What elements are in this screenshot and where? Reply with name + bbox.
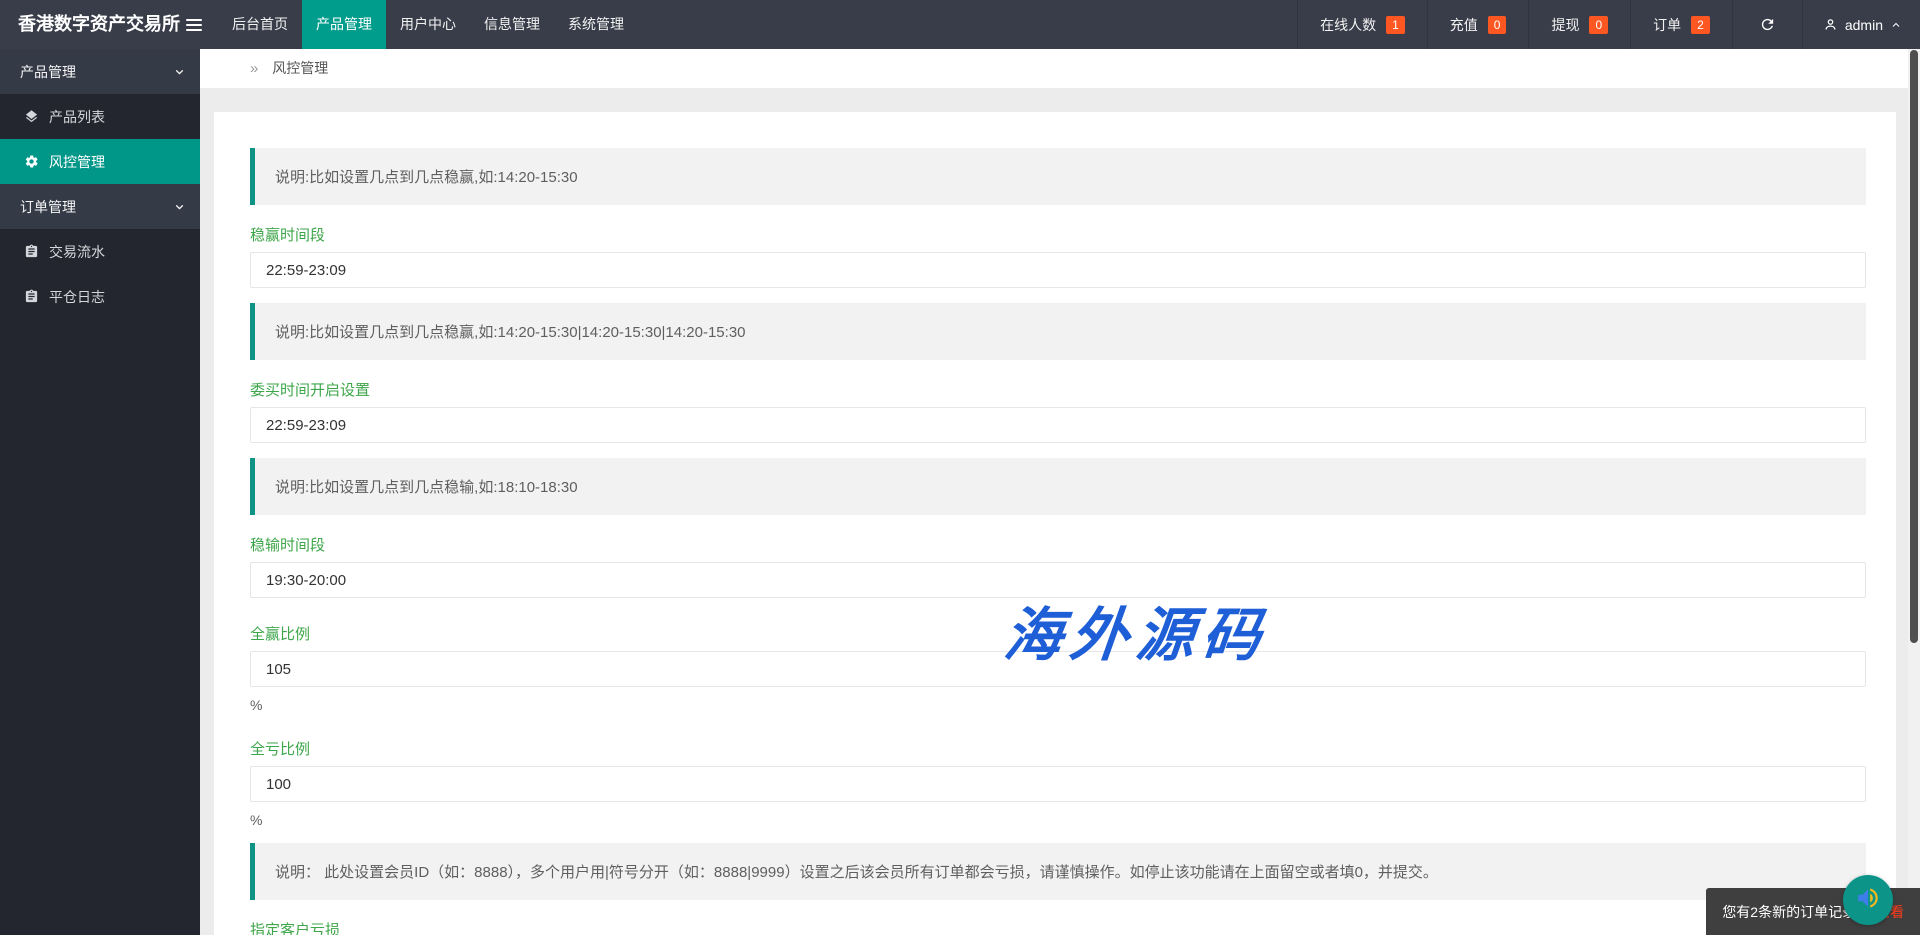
user-menu[interactable]: admin — [1802, 0, 1920, 49]
speaker-icon — [1855, 885, 1881, 916]
sidebar-group-product[interactable]: 产品管理 — [0, 49, 200, 94]
refresh-button[interactable] — [1732, 0, 1802, 49]
toast-text: 您有2条新的订单记录, — [1722, 902, 1860, 922]
tab-user-center[interactable]: 用户中心 — [386, 0, 470, 49]
orders-stat[interactable]: 订单 2 — [1630, 0, 1732, 49]
top-navbar: 香港数字资产交易所 后台首页 产品管理 用户中心 信息管理 系统管理 在线人数 … — [0, 0, 1920, 49]
sidebar-item-label: 风控管理 — [49, 152, 105, 172]
note-member-loss: 说明： 此处设置会员ID（如：8888），多个用户用|符号分开（如：8888|9… — [250, 843, 1866, 900]
note-lose-time: 说明:比如设置几点到几点稳输,如:18:10-18:30 — [250, 458, 1866, 515]
orders-label: 订单 — [1653, 15, 1681, 35]
lose-time-input[interactable] — [250, 562, 1866, 598]
online-users-label: 在线人数 — [1320, 15, 1376, 35]
chevron-up-icon — [1890, 19, 1902, 31]
sidebar-item-label: 产品列表 — [49, 107, 105, 127]
scrollbar-thumb[interactable] — [1910, 50, 1918, 643]
main-area: » 风控管理 说明:比如设置几点到几点稳赢,如:14:20-15:30 稳赢时间… — [200, 49, 1920, 935]
breadcrumb-arrow-icon: » — [250, 60, 258, 77]
page-title: 风控管理 — [272, 60, 328, 76]
breadcrumb: » 风控管理 — [200, 49, 1920, 88]
sidebar-item-label: 交易流水 — [49, 242, 105, 262]
withdraw-badge: 0 — [1589, 16, 1608, 34]
online-users-stat[interactable]: 在线人数 1 — [1297, 0, 1427, 49]
sidebar-item-close-log[interactable]: 平仓日志 — [0, 274, 200, 319]
layers-icon — [24, 109, 39, 124]
win-time-input[interactable] — [250, 252, 1866, 288]
percent-suffix: % — [250, 812, 1866, 828]
tab-system-management[interactable]: 系统管理 — [554, 0, 638, 49]
field-customer-loss: 指定客户亏损 — [250, 922, 1866, 935]
field-label: 全赢比例 — [250, 626, 1866, 644]
note-win-time: 说明:比如设置几点到几点稳赢,如:14:20-15:30 — [250, 148, 1866, 205]
buy-time-input[interactable] — [250, 407, 1866, 443]
tab-info-management[interactable]: 信息管理 — [470, 0, 554, 49]
percent-suffix: % — [250, 697, 1866, 713]
chevron-down-icon — [173, 65, 186, 78]
username: admin — [1845, 17, 1883, 33]
sidebar-item-trade-flow[interactable]: 交易流水 — [0, 229, 200, 274]
sidebar-group-label: 产品管理 — [20, 62, 76, 82]
field-buy-time: 委买时间开启设置 — [250, 382, 1866, 443]
sidebar-item-product-list[interactable]: 产品列表 — [0, 94, 200, 139]
note-buy-time: 说明:比如设置几点到几点稳赢,如:14:20-15:30|14:20-15:30… — [250, 303, 1866, 360]
orders-badge: 2 — [1691, 16, 1710, 34]
hamburger-icon — [186, 19, 202, 31]
field-label: 指定客户亏损 — [250, 922, 1866, 935]
sidebar-item-label: 平仓日志 — [49, 287, 105, 307]
field-label: 稳赢时间段 — [250, 227, 1866, 245]
field-win-ratio: 全赢比例 % — [250, 626, 1866, 713]
field-label: 稳输时间段 — [250, 537, 1866, 555]
tab-dashboard[interactable]: 后台首页 — [218, 0, 302, 49]
refresh-icon — [1759, 16, 1776, 33]
field-label: 委买时间开启设置 — [250, 382, 1866, 400]
admin-page: 香港数字资产交易所 后台首页 产品管理 用户中心 信息管理 系统管理 在线人数 … — [0, 0, 1920, 935]
deposit-label: 充值 — [1450, 15, 1478, 35]
top-status-area: 在线人数 1 充值 0 提现 0 订单 2 — [1297, 0, 1920, 49]
risk-control-form: 说明:比如设置几点到几点稳赢,如:14:20-15:30 稳赢时间段 说明:比如… — [214, 112, 1896, 935]
tab-product-management[interactable]: 产品管理 — [302, 0, 386, 49]
field-loss-ratio: 全亏比例 % — [250, 741, 1866, 828]
app-logo: 香港数字资产交易所 — [0, 0, 170, 49]
menu-collapse-button[interactable] — [170, 0, 218, 49]
content-area: 说明:比如设置几点到几点稳赢,如:14:20-15:30 稳赢时间段 说明:比如… — [200, 88, 1920, 935]
gear-icon — [24, 154, 39, 169]
sound-notification-button[interactable] — [1843, 875, 1893, 925]
log-icon — [24, 244, 39, 259]
online-users-badge: 1 — [1386, 16, 1405, 34]
sidebar-group-orders[interactable]: 订单管理 — [0, 184, 200, 229]
withdraw-stat[interactable]: 提现 0 — [1528, 0, 1630, 49]
user-icon — [1823, 17, 1838, 32]
chevron-down-icon — [173, 200, 186, 213]
field-label: 全亏比例 — [250, 741, 1866, 759]
deposit-badge: 0 — [1488, 16, 1507, 34]
top-menu: 后台首页 产品管理 用户中心 信息管理 系统管理 — [170, 0, 638, 49]
sidebar-item-risk-control[interactable]: 风控管理 — [0, 139, 200, 184]
field-lose-time: 稳输时间段 — [250, 537, 1866, 598]
log-icon — [24, 289, 39, 304]
loss-ratio-input[interactable] — [250, 766, 1866, 802]
sidebar: 产品管理 产品列表 风控管理 订单管理 交 — [0, 49, 200, 935]
scrollbar-track — [1908, 49, 1920, 935]
withdraw-label: 提现 — [1551, 15, 1579, 35]
win-ratio-input[interactable] — [250, 651, 1866, 687]
sidebar-group-label: 订单管理 — [20, 197, 76, 217]
deposit-stat[interactable]: 充值 0 — [1427, 0, 1529, 49]
field-win-time: 稳赢时间段 — [250, 227, 1866, 288]
